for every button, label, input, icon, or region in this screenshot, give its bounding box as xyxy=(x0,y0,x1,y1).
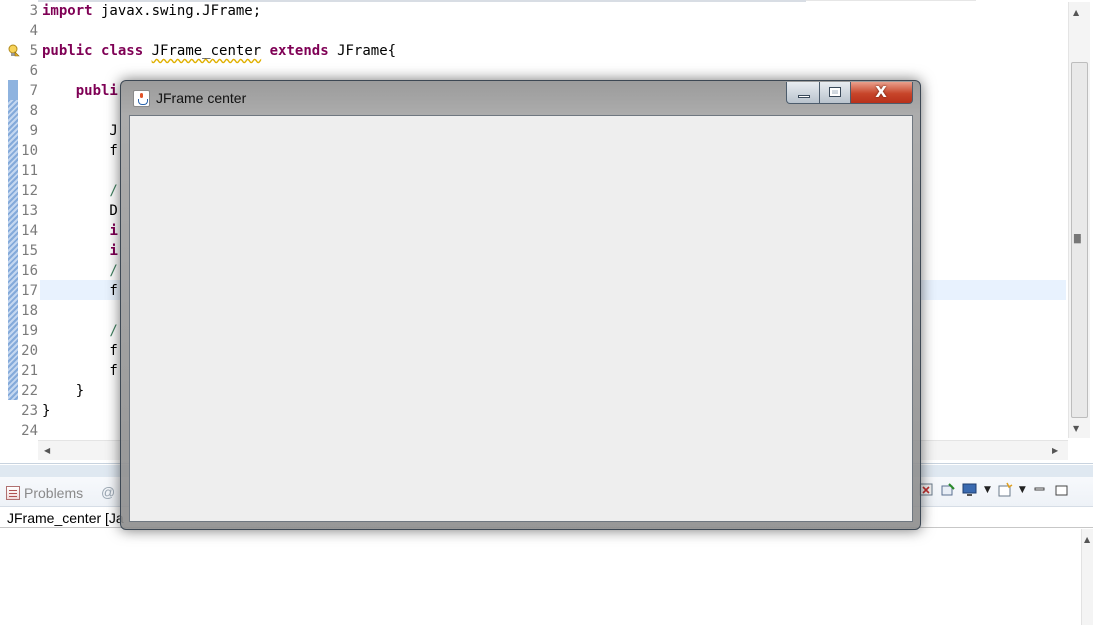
close-button[interactable]: X xyxy=(851,82,913,104)
code-line[interactable]: publi xyxy=(42,81,118,101)
code-text: } xyxy=(42,383,85,399)
java-cup-icon[interactable] xyxy=(133,90,150,107)
code-line[interactable]: D xyxy=(42,201,118,221)
code-comment: / xyxy=(42,183,118,199)
line-number: 22 xyxy=(21,383,38,399)
panel-scroll-up-arrow-icon[interactable]: ▲ xyxy=(1084,535,1090,544)
code-line[interactable]: / xyxy=(42,321,118,341)
scroll-grip-icon: ▬ ▬ ▬ xyxy=(1073,231,1082,247)
line-number: 19 xyxy=(21,323,38,339)
code-keyword: public xyxy=(42,43,93,59)
scroll-down-arrow-icon[interactable]: ▼ xyxy=(1073,424,1079,433)
jframe-title: JFrame center xyxy=(156,90,247,106)
code-comment: / xyxy=(42,323,118,339)
code-keyword: class xyxy=(101,43,144,59)
code-text: J xyxy=(42,123,118,139)
code-text: JFrame_center xyxy=(151,43,262,59)
tab-problems[interactable]: Problems xyxy=(6,484,83,502)
line-number: 12 xyxy=(21,183,38,199)
code-line[interactable]: / xyxy=(42,261,118,281)
code-text: f xyxy=(42,363,118,379)
tab-javadoc[interactable]: @ xyxy=(101,484,115,500)
code-line[interactable]: f xyxy=(42,141,118,161)
code-keyword: i xyxy=(109,223,118,239)
code-text: } xyxy=(42,403,51,419)
code-keyword: import xyxy=(42,3,93,19)
problems-icon xyxy=(6,486,20,500)
line-number: 21 xyxy=(21,363,38,379)
line-number: 24 xyxy=(21,423,38,439)
scroll-right-arrow-icon[interactable]: ▶ xyxy=(1052,446,1058,455)
code-keyword: i xyxy=(109,243,118,259)
line-number: 11 xyxy=(21,163,38,179)
panel-toolbar: ▼ ▼ xyxy=(918,480,1070,500)
change-marker xyxy=(8,80,18,100)
code-text: f xyxy=(42,143,118,159)
code-line[interactable]: / xyxy=(42,181,118,201)
pin-console-icon[interactable] xyxy=(940,482,956,498)
line-number: 4 xyxy=(29,23,38,39)
code-comment: / xyxy=(42,263,118,279)
scroll-up-arrow-icon[interactable]: ▲ xyxy=(1073,8,1079,17)
line-number: 17 xyxy=(21,283,38,299)
code-line[interactable]: i xyxy=(42,221,118,241)
jframe-title-bar[interactable]: JFrame center X xyxy=(121,81,920,115)
line-number: 8 xyxy=(29,103,38,119)
code-line[interactable]: import javax.swing.JFrame; xyxy=(42,1,261,21)
code-line[interactable]: i xyxy=(42,241,118,261)
maximize-icon xyxy=(829,87,841,97)
maximize-button[interactable] xyxy=(820,82,851,104)
minimize-view-icon[interactable] xyxy=(1032,482,1048,498)
change-marker-range xyxy=(8,100,18,400)
open-console-icon[interactable] xyxy=(997,482,1013,498)
code-text: D xyxy=(42,203,118,219)
code-keyword: publi xyxy=(75,83,118,99)
line-number: 3 xyxy=(29,3,38,19)
line-number: 18 xyxy=(21,303,38,319)
code-line[interactable]: f xyxy=(42,341,118,361)
line-number: 7 xyxy=(29,83,38,99)
jframe-content-pane[interactable] xyxy=(129,115,913,522)
console-title: JFrame_center [Ja xyxy=(7,510,124,526)
minimize-icon xyxy=(798,95,810,98)
code-line[interactable]: } xyxy=(42,381,84,401)
display-console-icon[interactable] xyxy=(962,482,978,498)
code-line[interactable]: public class JFrame_center extends JFram… xyxy=(42,41,396,61)
line-number: 20 xyxy=(21,343,38,359)
code-line[interactable]: } xyxy=(42,401,50,421)
minimize-button[interactable] xyxy=(786,82,820,104)
line-number: 5 xyxy=(29,43,38,59)
code-text: f xyxy=(42,283,118,299)
code-text: javax.swing.JFrame; xyxy=(92,3,262,19)
line-number: 16 xyxy=(21,263,38,279)
code-line[interactable]: f xyxy=(42,361,118,381)
display-console-dropdown-icon[interactable]: ▼ xyxy=(984,485,991,495)
line-number: 10 xyxy=(21,143,38,159)
open-console-dropdown-icon[interactable]: ▼ xyxy=(1019,485,1026,495)
scroll-left-arrow-icon[interactable]: ◀ xyxy=(44,446,50,455)
tab-problems-label: Problems xyxy=(24,485,84,501)
line-number: 15 xyxy=(21,243,38,259)
code-line[interactable]: f xyxy=(42,281,118,301)
code-line[interactable]: J xyxy=(42,121,118,141)
code-text: JFrame{ xyxy=(328,43,397,59)
line-number: 13 xyxy=(21,203,38,219)
code-text: f xyxy=(42,343,118,359)
close-icon: X xyxy=(875,83,887,101)
line-number: 23 xyxy=(21,403,38,419)
line-number: 6 xyxy=(29,63,38,79)
editor-tab-border-right xyxy=(806,0,976,1)
line-number: 14 xyxy=(21,223,38,239)
line-number: 9 xyxy=(29,123,38,139)
jframe-window[interactable]: JFrame center X xyxy=(120,80,921,530)
code-keyword: extends xyxy=(269,43,329,59)
maximize-view-icon[interactable] xyxy=(1054,482,1070,498)
